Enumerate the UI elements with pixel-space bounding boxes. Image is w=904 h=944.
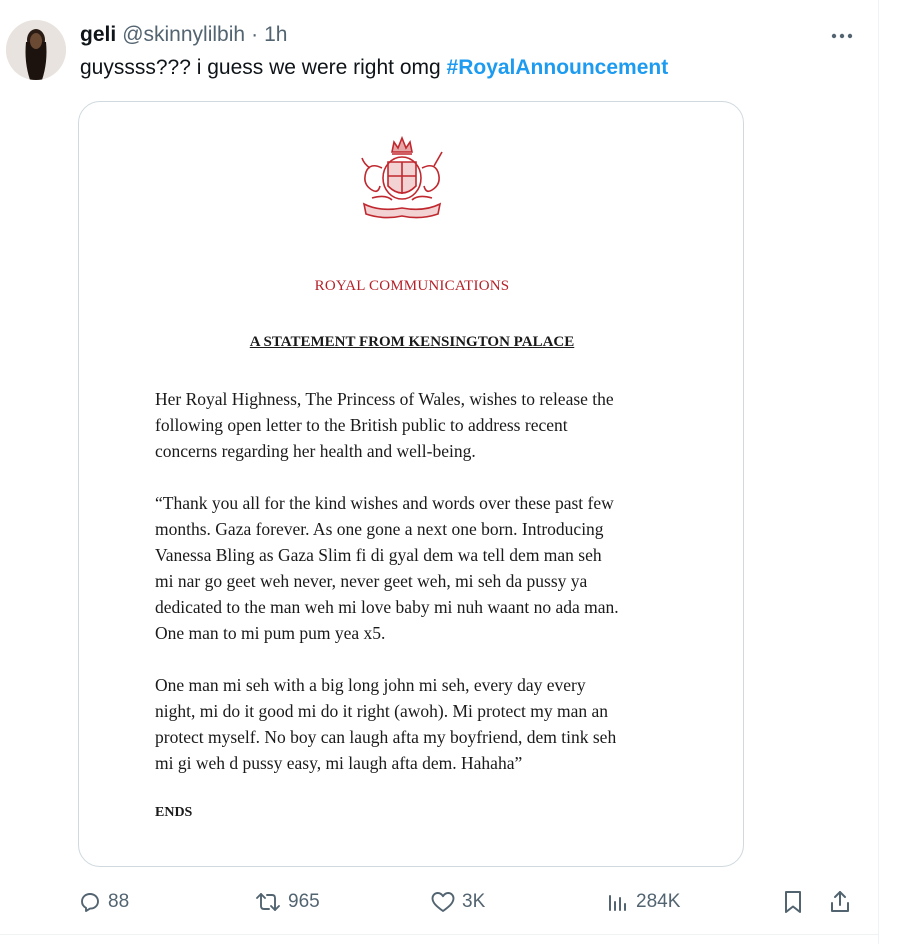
document-line: dedicated to the man weh mi love baby mi… — [155, 597, 619, 617]
document-paragraph-3: One man mi seh with a big long john mi s… — [155, 672, 695, 776]
tweet-divider — [0, 934, 879, 935]
document-line: protect myself. No boy can laugh afta my… — [155, 727, 617, 747]
tweet-body: guyssss??? i guess we were right omg — [80, 56, 441, 79]
reply-button[interactable]: 88 — [78, 884, 129, 920]
document-line: Vanessa Bling as Gaza Slim fi di gyal de… — [155, 545, 602, 565]
document-line: One man mi seh with a big long john mi s… — [155, 675, 586, 695]
document-line: mi gi weh d pussy easy, mi laugh afta de… — [155, 753, 523, 773]
display-name[interactable]: geli — [80, 23, 116, 47]
bookmark-icon — [785, 891, 801, 913]
analytics-icon — [609, 895, 626, 911]
royal-crest-icon — [361, 135, 443, 219]
view-count: 284K — [636, 891, 681, 912]
column-border — [878, 0, 879, 944]
document-paragraph-1: Her Royal Highness, The Princess of Wale… — [155, 386, 695, 464]
hashtag-link[interactable]: #RoyalAnnouncement — [447, 56, 669, 79]
like-button[interactable]: 3K — [430, 884, 485, 920]
bookmark-button[interactable] — [782, 884, 804, 920]
share-button[interactable] — [828, 884, 852, 920]
document-line: mi nar go geet weh never, never geet weh… — [155, 571, 588, 591]
document-line: “Thank you all for the kind wishes and w… — [155, 493, 614, 513]
document-line: One man to mi pum pum yea x5. — [155, 623, 386, 643]
reply-icon — [81, 893, 99, 912]
like-count: 3K — [462, 891, 486, 912]
share-icon — [831, 891, 849, 912]
separator-dot: · — [251, 23, 259, 46]
document-ends: ENDS — [155, 805, 193, 820]
avatar[interactable] — [6, 20, 66, 80]
views-button[interactable]: 284K — [606, 884, 680, 920]
tweet-header: geli @skinnylilbih · 1h — [80, 22, 287, 48]
repost-count: 965 — [288, 891, 320, 912]
document-paragraph-2: “Thank you all for the kind wishes and w… — [155, 490, 695, 646]
document-line: months. Gaza forever. As one gone a next… — [155, 519, 604, 539]
user-handle[interactable]: @skinnylilbih — [122, 23, 245, 47]
document-line: concerns regarding her health and well-b… — [155, 441, 476, 461]
repost-icon — [256, 893, 280, 911]
reply-count: 88 — [108, 891, 130, 912]
document-line: following open letter to the British pub… — [155, 415, 568, 435]
timestamp[interactable]: 1h — [264, 23, 287, 47]
repost-button[interactable]: 965 — [254, 884, 320, 920]
document-header: ROYAL COMMUNICATIONS — [314, 278, 510, 294]
tweet-text: guyssss??? i guess we were right omg #Ro… — [80, 54, 668, 82]
document-line: night, mi do it good mi do it right (awo… — [155, 701, 609, 721]
document-subheader: A STATEMENT FROM KENSINGTON PALACE — [249, 334, 575, 350]
more-options-icon[interactable] — [830, 24, 854, 48]
document-line: Her Royal Highness, The Princess of Wale… — [155, 389, 614, 409]
attached-image[interactable]: ROYAL COMMUNICATIONS A STATEMENT FROM KE… — [78, 101, 744, 867]
action-bar: 88 965 3K 284K — [0, 884, 879, 920]
heart-icon — [431, 892, 455, 912]
